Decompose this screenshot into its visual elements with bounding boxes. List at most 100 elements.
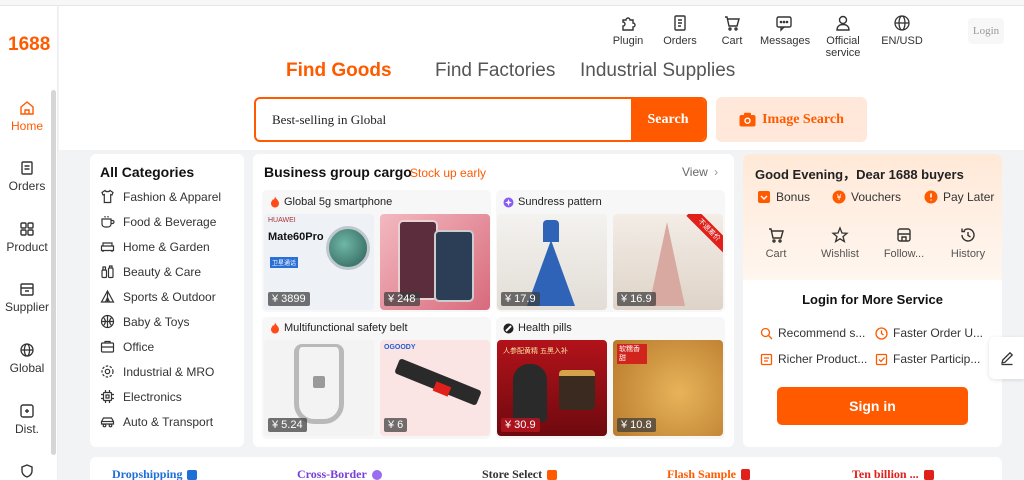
service-ten-billion[interactable]: Ten billion ... bbox=[852, 467, 934, 480]
nav-messages[interactable]: Messages bbox=[760, 14, 810, 47]
cargo-view-link[interactable]: View › bbox=[682, 165, 718, 179]
bottle-icon bbox=[101, 265, 114, 279]
tab-industrial-supplies[interactable]: Industrial Supplies bbox=[580, 60, 735, 82]
nav-label: Cart bbox=[721, 35, 743, 47]
product-brand: OGOODY bbox=[384, 344, 416, 351]
gear-icon bbox=[101, 365, 114, 378]
tent-icon bbox=[100, 289, 115, 303]
nav-cart[interactable]: Cart bbox=[716, 14, 748, 47]
product-note: 人参配黄精 五黑入补 bbox=[503, 348, 568, 355]
feedback-button[interactable] bbox=[989, 337, 1024, 379]
category-food[interactable]: Food & Beverage bbox=[100, 214, 216, 229]
product-tile[interactable]: ¥ 5.24 bbox=[264, 340, 374, 436]
perk-pay-later[interactable]: Pay Later bbox=[924, 190, 994, 204]
product-tile[interactable]: OGOODY ¥ 6 bbox=[380, 340, 490, 436]
product-tile[interactable]: ¥ 17.9 bbox=[497, 214, 607, 310]
sidebar-item-label: Home bbox=[10, 119, 43, 133]
nav-language[interactable]: EN/USD bbox=[880, 14, 924, 47]
nav-label: Official service bbox=[825, 35, 861, 59]
cargo-card-label: Multifunctional safety belt bbox=[270, 322, 408, 334]
perk-vouchers[interactable]: ¥ Vouchers bbox=[832, 190, 901, 204]
sidebar-scrollbar[interactable] bbox=[51, 90, 56, 455]
dress-image bbox=[543, 220, 559, 242]
product-tile[interactable]: 不退差价 ¥ 16.9 bbox=[613, 214, 723, 310]
message-icon bbox=[776, 16, 792, 32]
ten-billion-icon bbox=[923, 469, 934, 480]
login-button[interactable]: Login bbox=[968, 18, 1004, 44]
product-note: 软糯香甜 bbox=[617, 344, 647, 364]
category-office[interactable]: Office bbox=[100, 339, 154, 354]
globe-icon bbox=[894, 15, 910, 31]
category-sports[interactable]: Sports & Outdoor bbox=[100, 289, 216, 304]
service-dropshipping[interactable]: Dropshipping bbox=[112, 467, 198, 480]
sidebar-item-product[interactable]: Product bbox=[0, 221, 54, 254]
quick-follow[interactable]: Follow... bbox=[874, 226, 934, 260]
sidebar-item-orders[interactable]: Orders bbox=[0, 160, 54, 193]
product-price: ¥ 5.24 bbox=[268, 418, 307, 432]
product-model: Mate60Pro bbox=[268, 231, 324, 243]
sidebar-item-global[interactable]: Global bbox=[0, 342, 54, 375]
product-tile[interactable]: HUAWEI Mate60Pro 卫星通话 ¥ 3899 bbox=[264, 214, 374, 310]
product-tile[interactable]: 软糯香甜 ¥ 10.8 bbox=[613, 340, 723, 436]
category-label: Beauty & Care bbox=[123, 264, 202, 279]
category-label: Food & Beverage bbox=[123, 214, 217, 229]
perk-bonus[interactable]: Bonus bbox=[757, 190, 810, 204]
service-flash-sample[interactable]: Flash Sample bbox=[667, 467, 751, 480]
card-title: Global 5g smartphone bbox=[284, 196, 393, 208]
login-title: Login for More Service bbox=[802, 292, 943, 307]
store-select-icon bbox=[547, 469, 558, 480]
category-label: Home & Garden bbox=[123, 239, 210, 254]
categories-title: All Categories bbox=[100, 164, 195, 180]
category-industrial[interactable]: Industrial & MRO bbox=[100, 364, 214, 379]
service-label: Recommend s... bbox=[778, 326, 866, 340]
search-button[interactable]: Search bbox=[631, 99, 705, 140]
sidebar-item-label: Supplier bbox=[4, 300, 50, 314]
logo[interactable]: 1688 bbox=[8, 34, 50, 56]
product-icon bbox=[20, 222, 34, 236]
dropshipping-icon bbox=[187, 469, 198, 480]
category-beauty[interactable]: Beauty & Care bbox=[100, 264, 201, 279]
nav-official-service[interactable]: Official service bbox=[808, 14, 878, 59]
product-ribbon: 不退差价 bbox=[686, 214, 723, 253]
search-input[interactable] bbox=[256, 99, 632, 140]
category-home[interactable]: Home & Garden bbox=[100, 239, 210, 254]
quick-cart[interactable]: Cart bbox=[746, 226, 806, 260]
category-auto[interactable]: Auto & Transport bbox=[100, 414, 213, 429]
sidebar-item-more[interactable] bbox=[0, 463, 54, 480]
quick-history[interactable]: History bbox=[938, 226, 998, 260]
sidebar-item-home[interactable]: Home bbox=[0, 100, 54, 133]
quick-wishlist[interactable]: Wishlist bbox=[810, 226, 870, 260]
cargo-subtitle[interactable]: Stock up early bbox=[410, 166, 486, 180]
service-store-select[interactable]: Store Select bbox=[482, 467, 558, 480]
category-electronics[interactable]: Electronics bbox=[100, 389, 182, 404]
sidebar-item-label: Dist. bbox=[15, 422, 39, 436]
tab-find-goods[interactable]: Find Goods bbox=[286, 60, 392, 82]
service-recommend: Recommend s... bbox=[760, 326, 865, 340]
product-brand: HUAWEI bbox=[268, 217, 296, 224]
card-title: Sundress pattern bbox=[518, 196, 602, 208]
tab-find-factories[interactable]: Find Factories bbox=[435, 60, 555, 82]
home-icon bbox=[20, 101, 34, 115]
product-tile[interactable]: ¥ 248 bbox=[380, 214, 490, 310]
pill-icon bbox=[503, 323, 514, 333]
sidebar-item-dist[interactable]: Dist. bbox=[0, 403, 54, 436]
quick-label: Follow... bbox=[883, 248, 925, 260]
briefcase-icon bbox=[100, 340, 115, 353]
service-strip-label: Cross-Border bbox=[297, 467, 367, 480]
quick-label: Wishlist bbox=[821, 248, 859, 260]
nav-orders[interactable]: Orders bbox=[660, 14, 700, 47]
fire-icon bbox=[271, 196, 279, 208]
category-fashion[interactable]: Fashion & Apparel bbox=[100, 189, 221, 204]
service-cross-border[interactable]: Cross-Border bbox=[297, 467, 382, 480]
nav-plugin[interactable]: Plugin bbox=[608, 14, 648, 47]
category-baby[interactable]: Baby & Toys bbox=[100, 314, 189, 329]
car-icon bbox=[100, 417, 115, 428]
ball-icon bbox=[100, 314, 115, 329]
product-price: ¥ 3899 bbox=[268, 292, 310, 306]
sidebar-item-supplier[interactable]: Supplier bbox=[0, 281, 54, 314]
cargo-card-label: Sundress pattern bbox=[503, 196, 602, 208]
sign-in-button[interactable]: Sign in bbox=[777, 387, 968, 425]
product-tile[interactable]: 人参配黄精 五黑入补 ¥ 30.9 bbox=[497, 340, 607, 436]
image-search-button[interactable]: Image Search bbox=[716, 97, 867, 142]
cargo-title: Business group cargo bbox=[264, 164, 412, 180]
